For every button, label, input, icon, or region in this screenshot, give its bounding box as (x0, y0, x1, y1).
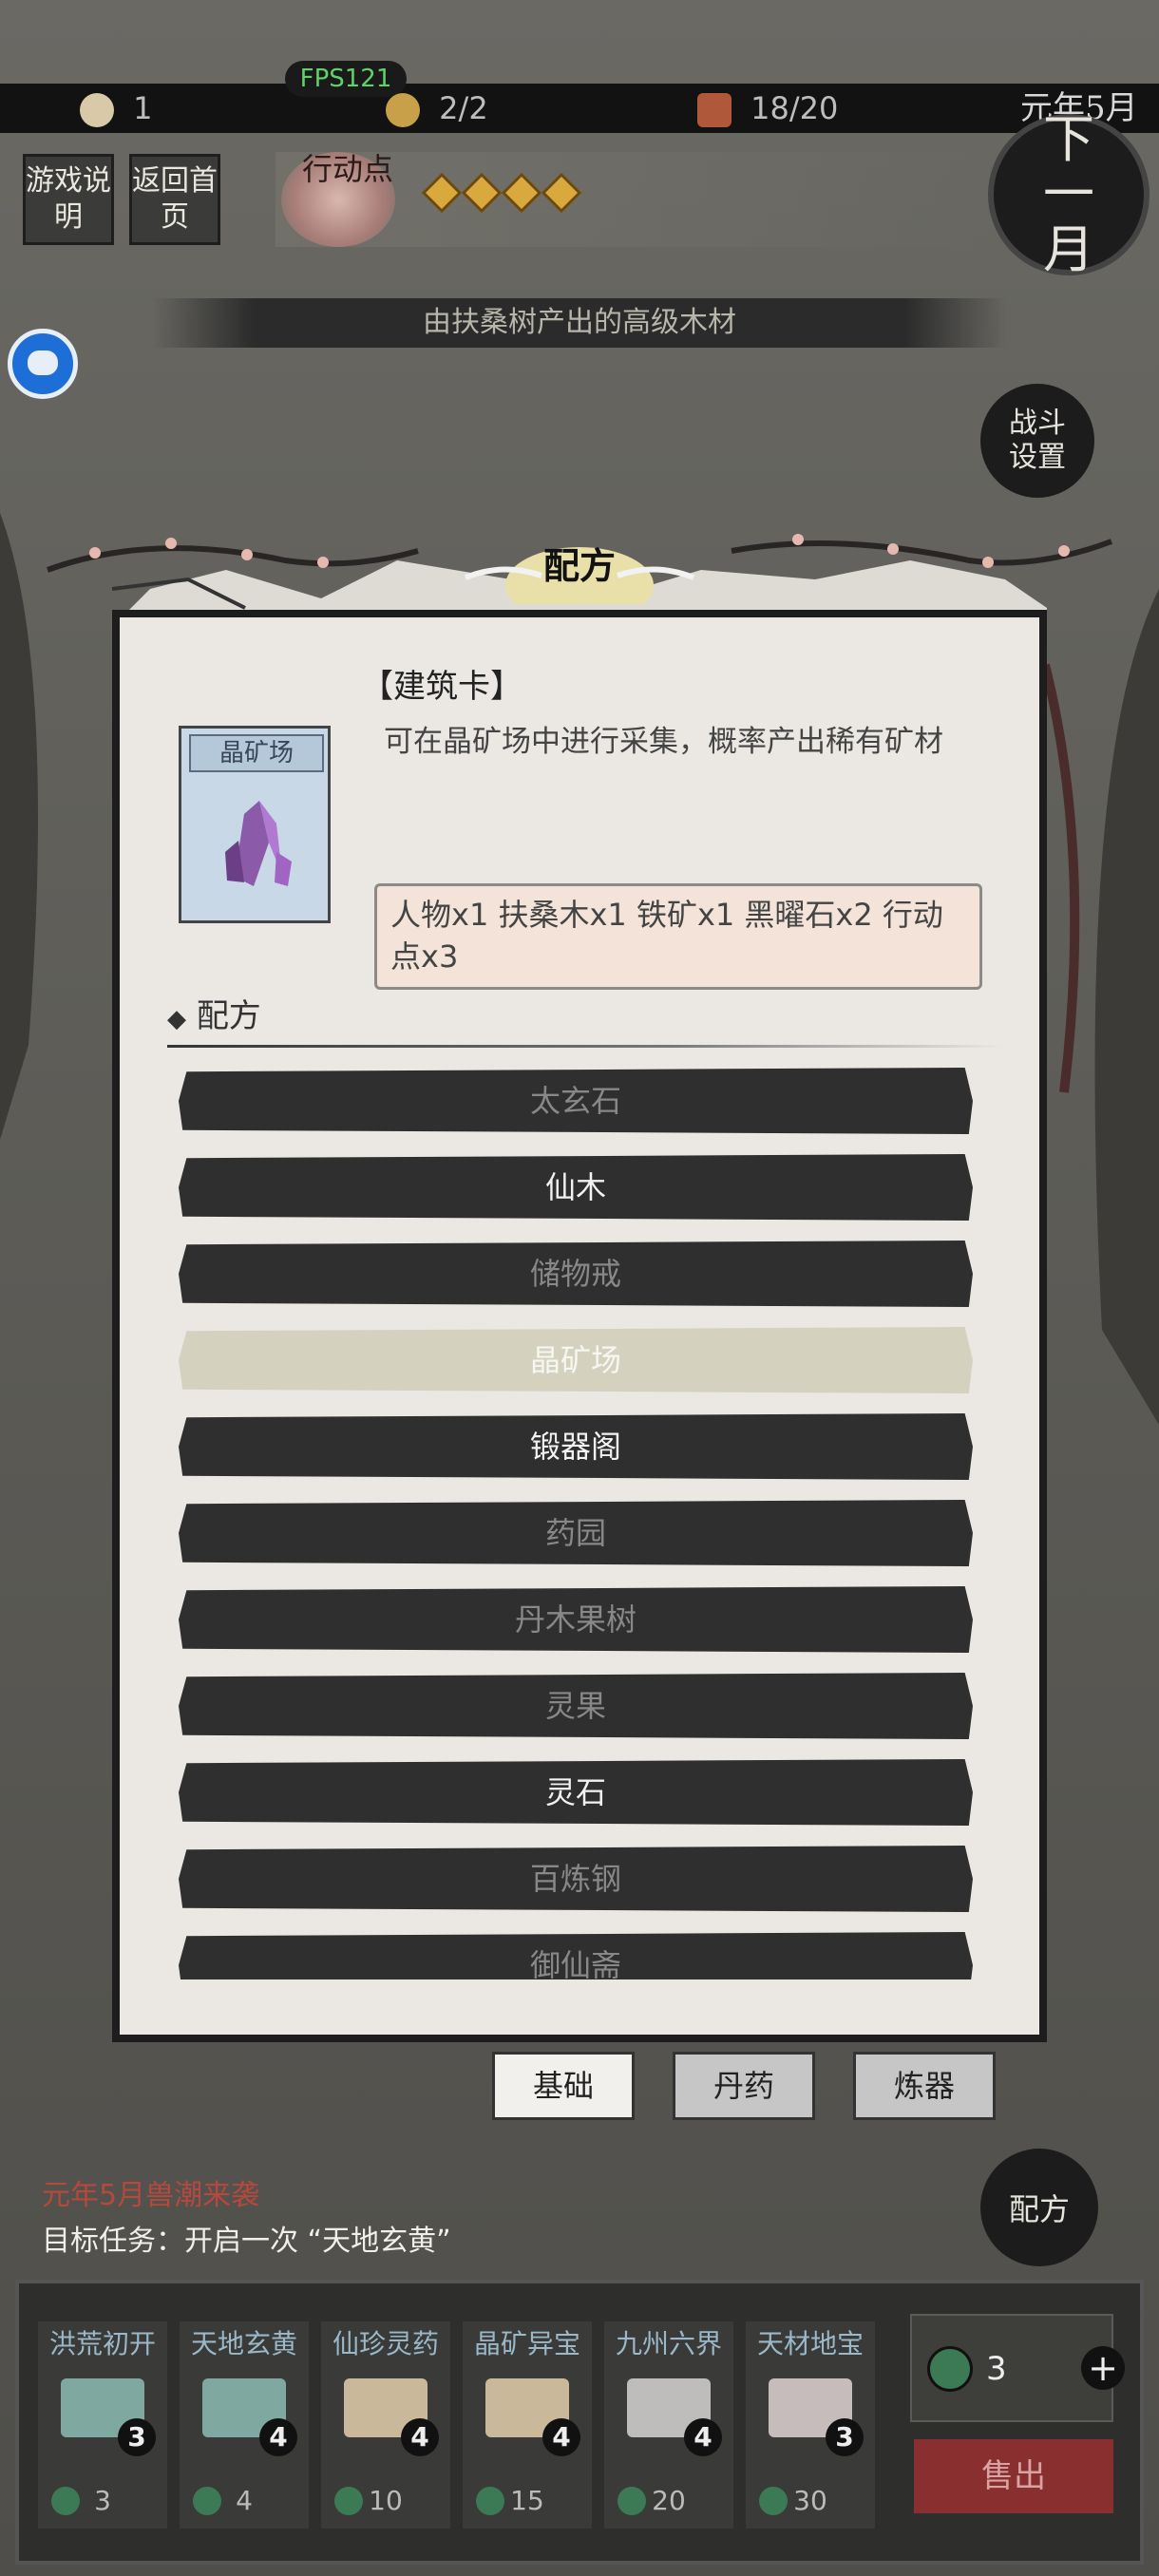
recipe-item[interactable]: 太玄石 (179, 1068, 973, 1134)
tab-artifacts[interactable]: 炼器 (853, 2052, 996, 2120)
pack-count: 3 (826, 2418, 864, 2456)
help-button[interactable]: 游戏说明 (23, 154, 114, 245)
recipe-button[interactable]: 配方 (980, 2149, 1098, 2266)
pack-count: 4 (684, 2418, 722, 2456)
action-point-icon (501, 172, 542, 214)
assistant-icon[interactable] (8, 329, 78, 399)
recipe-section-label: 配方 (196, 997, 261, 1035)
pack-name: 天地玄黄 (190, 2328, 297, 2359)
recipe-item[interactable]: 灵果 (179, 1673, 973, 1739)
card-name: 晶矿场 (189, 734, 324, 772)
recipe-item[interactable]: 晶矿场 (179, 1327, 973, 1393)
pack-cost: 30 (793, 2485, 827, 2516)
pack-count: 4 (542, 2418, 580, 2456)
recipe-item[interactable]: 锻器阁 (179, 1413, 973, 1480)
tab-basic[interactable]: 基础 (492, 2052, 635, 2120)
pack-count: 4 (259, 2418, 297, 2456)
battle-settings-label: 战斗设置 (1009, 407, 1066, 474)
recipe-item[interactable]: 仙木 (179, 1154, 973, 1221)
cards-stat: 18/20 (697, 87, 838, 129)
spirit-stone-count: 3 (986, 2350, 1007, 2388)
drumstick-icon (386, 93, 420, 127)
action-point-icon (461, 172, 503, 214)
pack-cost: 20 (652, 2485, 686, 2516)
cards-count: 18/20 (750, 90, 839, 126)
action-points-label: 行动点 (302, 151, 394, 187)
recipe-item[interactable]: 御仙斋 (179, 1932, 973, 1979)
action-points-diamonds (421, 172, 582, 220)
next-month-label: 下一月 (1043, 109, 1094, 279)
modal-title: 配方 (542, 544, 616, 587)
section-divider (167, 1045, 1003, 1048)
add-stone-icon[interactable]: + (1081, 2346, 1125, 2390)
pack-name: 九州六界 (615, 2328, 722, 2359)
home-button[interactable]: 返回首页 (129, 154, 220, 245)
target-task: 目标任务：开启一次 “天地玄黄” (42, 2225, 451, 2258)
building-card: 晶矿场 (179, 726, 331, 923)
pack-name: 天材地宝 (756, 2328, 864, 2359)
diamond-bullet-icon: ◆ (167, 1005, 186, 1033)
recipe-item[interactable]: 百炼钢 (179, 1846, 973, 1912)
recipe-item[interactable]: 储物戒 (179, 1241, 973, 1307)
spirit-stone-icon (927, 2346, 973, 2392)
recipe-section-header: ◆ 配方 (167, 994, 261, 1042)
plum-branch-right (731, 534, 1113, 568)
card-pack[interactable]: 洪荒初开 3 3 (38, 2321, 167, 2529)
event-alert: 元年5月兽潮来袭 (42, 2179, 260, 2212)
action-point-icon (541, 172, 582, 214)
pack-cost: 15 (510, 2485, 544, 2516)
people-count: 1 (133, 90, 153, 126)
recipe-item[interactable]: 灵石 (179, 1759, 973, 1826)
card-kind: 【建筑卡】 (361, 668, 522, 706)
card-pack[interactable]: 仙珍灵药 4 10 (321, 2321, 450, 2529)
pack-cost: 10 (369, 2485, 403, 2516)
person-icon (80, 93, 114, 127)
card-pack[interactable]: 天地玄黄 4 4 (180, 2321, 309, 2529)
next-month-button[interactable]: 下一月 (988, 109, 1150, 279)
tab-pills[interactable]: 丹药 (673, 2052, 815, 2120)
battle-settings-button[interactable]: 战斗设置 (980, 384, 1094, 498)
people-stat: 1 (80, 87, 153, 129)
pack-name: 仙珍灵药 (332, 2328, 439, 2359)
food-stat: 2/2 (386, 87, 488, 129)
recipe-button-label: 配方 (1008, 2191, 1070, 2227)
card-pack[interactable]: 九州六界 4 20 (604, 2321, 733, 2529)
card-deck-icon (697, 93, 732, 127)
pack-name: 洪荒初开 (48, 2328, 156, 2359)
card-pack[interactable]: 天材地宝 3 30 (746, 2321, 875, 2529)
pack-cost: 4 (236, 2485, 253, 2516)
action-point-icon (421, 172, 463, 214)
crystal-icon (225, 801, 292, 886)
hint-banner: 由扶桑树产出的高级木材 (152, 298, 1007, 348)
recipe-item[interactable]: 丹木果树 (179, 1586, 973, 1653)
plum-branch-left (46, 538, 419, 573)
sell-button[interactable]: 售出 (914, 2439, 1113, 2513)
recipe-item[interactable]: 药园 (179, 1500, 973, 1566)
status-bar (0, 84, 1159, 133)
spirit-stone-slot: 3 + (910, 2314, 1125, 2422)
requirements-box: 人物x1 扶桑木x1 铁矿x1 黑曜石x2 行动点x3 (374, 883, 982, 990)
recipe-list[interactable]: 太玄石仙木储物戒晶矿场锻器阁药园丹木果树灵果灵石百炼钢御仙斋 (179, 1068, 973, 1979)
pack-name: 晶矿异宝 (473, 2328, 580, 2359)
pack-count: 3 (118, 2418, 156, 2456)
food-count: 2/2 (439, 90, 488, 126)
pack-cost: 3 (94, 2485, 111, 2516)
card-pack[interactable]: 晶矿异宝 4 15 (463, 2321, 592, 2529)
pack-count: 4 (401, 2418, 439, 2456)
card-description: 可在晶矿场中进行采集，概率产出稀有矿材 (384, 725, 943, 759)
